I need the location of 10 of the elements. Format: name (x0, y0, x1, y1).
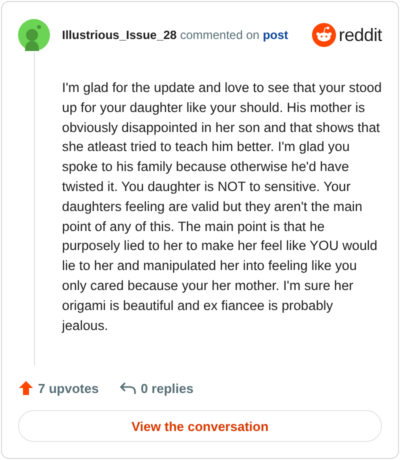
view-conversation-button[interactable]: View the conversation (18, 410, 382, 442)
comment-byline: Illustrious_Issue_28 commented on post (62, 28, 290, 42)
reddit-logo-icon (312, 23, 336, 47)
brand-name: reddit (338, 24, 382, 46)
upvote-arrow-icon[interactable] (18, 380, 34, 396)
reply-count: 0 replies (140, 380, 194, 396)
comment-text: I'm glad for the update and love to see that your stood up for your daughter like your should. His mother is obviously disappointed in her son and that shows that she atleast tried to teach him better. I'm glad you spoke to his family because otherwise he'd have twisted it. You daughter is NOT to sensitive. Your daughters feeling are valid but they aren't the main point of any of this. The main point is that he purposely lied to her to make her feel like YOU would lie to her and manipulated her into feeling like you only cared because your her mother. I'm sure her origami is beautiful and ex fiancee is probably jealous. (62, 79, 382, 335)
avatar-icon (18, 19, 50, 51)
upvote-count: 7 upvotes (38, 380, 99, 396)
reply-arrow-icon[interactable] (118, 380, 137, 396)
